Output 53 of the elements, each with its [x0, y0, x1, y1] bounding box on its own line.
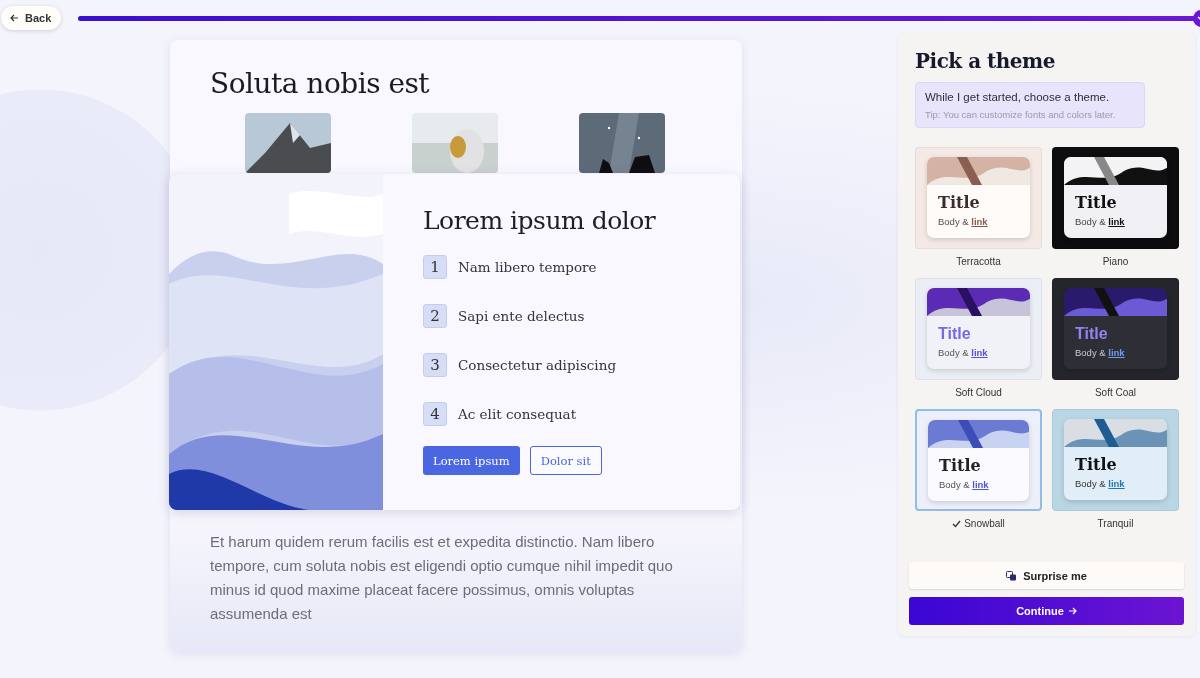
theme-tile[interactable]: Title Body & link	[1052, 409, 1179, 511]
arrow-left-icon	[10, 14, 19, 22]
continue-button[interactable]: Continue	[909, 597, 1184, 625]
preview-body-text: Body & link	[1074, 346, 1126, 358]
step-number: 2	[423, 304, 447, 328]
surprise-me-button[interactable]: Surprise me	[909, 562, 1184, 589]
card-title: Soluta nobis est	[210, 67, 431, 100]
theme-name: Terracotta	[956, 256, 1001, 267]
tip-message: While I get started, choose a theme.	[925, 91, 1111, 103]
preview-title: Title	[1074, 192, 1118, 212]
step-number: 1	[423, 255, 447, 279]
dice-icon	[1006, 570, 1018, 581]
check-icon	[952, 519, 962, 528]
preview-link: link	[972, 479, 989, 490]
preview-title: Title	[1074, 324, 1109, 343]
panel-title: Pick a theme	[915, 49, 1056, 73]
step-text: Nam libero tempore	[458, 259, 597, 275]
theme-tile[interactable]: Title Body & link	[1052, 147, 1179, 249]
preview-body-text: Body & link	[938, 478, 990, 490]
preview-link: link	[1108, 216, 1125, 227]
back-button[interactable]: Back	[1, 6, 62, 30]
card-title: Lorem ipsum dolor	[423, 206, 656, 235]
theme-name: Snowball	[964, 518, 1005, 529]
preview-body-text: Body & link	[937, 346, 989, 358]
preview-title: Title	[1074, 454, 1118, 474]
step-number: 4	[423, 402, 447, 426]
primary-button[interactable]: Lorem ipsum	[423, 446, 520, 475]
tip-hint: Tip: You can customize fonts and colors later.	[925, 109, 1117, 120]
preview-title: Title	[937, 192, 981, 212]
preview-link: link	[1108, 347, 1125, 358]
step-text: Ac elit consequat	[458, 406, 577, 422]
card-paragraph: Et harum quidem rerum facilis est et expedita distinctio. Nam libero tempore, cum soluta nobis est eligendi optio cumque nihil impedit quo minus id quod maxime placeat facere possimus, omnis voluptas assumenda est	[210, 532, 674, 624]
theme-name: Soft Coal	[1094, 387, 1137, 398]
secondary-button[interactable]: Dolor sit	[529, 446, 602, 475]
theme-tile[interactable]: Title Body & link	[915, 147, 1042, 249]
theme-name: Tranquil	[1097, 518, 1134, 529]
preview-link: link	[971, 216, 988, 227]
step-number: 3	[423, 353, 447, 377]
theme-name: Soft Cloud	[955, 387, 1002, 398]
preview-body-text: Body & link	[1074, 477, 1126, 489]
preview-title: Title	[937, 324, 972, 343]
preview-link: link	[1108, 478, 1125, 489]
theme-tile[interactable]: Title Body & link	[1052, 278, 1179, 380]
preview-body-text: Body & link	[1074, 215, 1126, 227]
preview-title: Title	[938, 455, 982, 475]
preview-body-text: Body & link	[937, 215, 989, 227]
step-text: Consectetur adipiscing	[458, 357, 617, 373]
arrow-right-icon	[1067, 607, 1077, 615]
step-text: Sapi ente delectus	[458, 308, 585, 324]
preview-link: link	[971, 347, 988, 358]
theme-tile[interactable]: Title Body & link	[915, 278, 1042, 380]
theme-tile[interactable]: Title Body & link	[915, 409, 1042, 511]
theme-name: Piano	[1102, 256, 1129, 267]
